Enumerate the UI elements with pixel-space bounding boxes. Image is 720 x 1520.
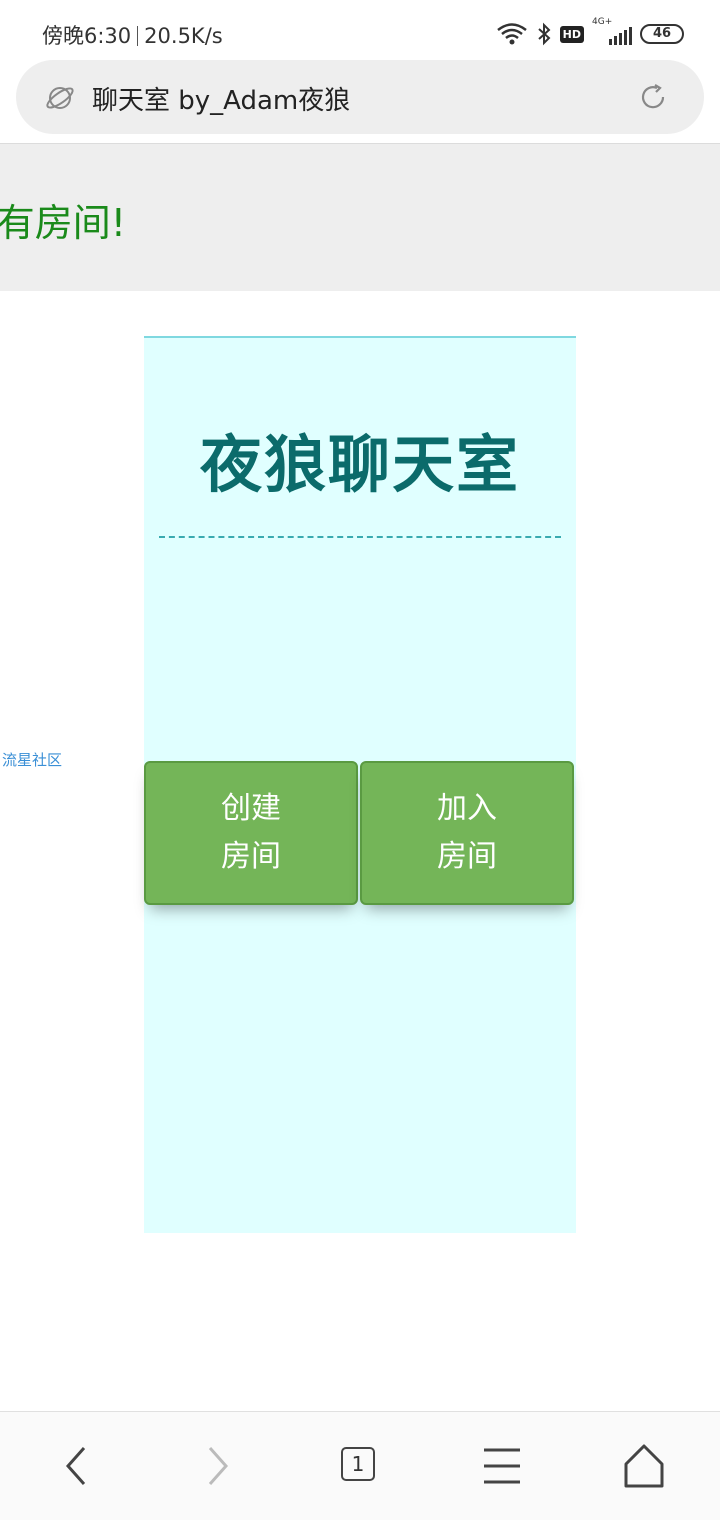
status-bar: 傍晚6:30 20.5K/s HD 4G+ 46 bbox=[0, 0, 720, 64]
reload-icon[interactable] bbox=[638, 82, 668, 112]
forward-button[interactable] bbox=[188, 1436, 248, 1496]
create-room-button[interactable]: 创建 房间 bbox=[144, 761, 358, 905]
tabs-button[interactable]: 1 bbox=[330, 1436, 390, 1496]
join-room-label-2: 房间 bbox=[437, 839, 497, 874]
status-icons: HD 4G+ 46 bbox=[496, 17, 684, 48]
tab-count: 1 bbox=[351, 1452, 365, 1476]
tabs-icon: 1 bbox=[341, 1447, 375, 1481]
menu-button[interactable] bbox=[472, 1436, 532, 1496]
community-link[interactable]: 流星社区 bbox=[2, 749, 62, 770]
status-separator bbox=[137, 26, 139, 46]
notice-banner: 有房间! bbox=[0, 144, 720, 291]
create-room-label-2: 房间 bbox=[221, 839, 281, 874]
join-room-label-1: 加入 bbox=[437, 791, 497, 826]
signal-icon: 4G+ bbox=[592, 17, 632, 47]
address-bar[interactable]: 聊天室 by_Adam夜狼 bbox=[16, 60, 704, 134]
back-button[interactable] bbox=[46, 1436, 106, 1496]
network-type: 4G+ bbox=[592, 17, 613, 27]
home-icon bbox=[624, 1444, 664, 1488]
status-time-speed: 傍晚6:30 20.5K/s bbox=[42, 20, 223, 50]
planet-icon bbox=[46, 87, 74, 109]
create-room-label-1: 创建 bbox=[221, 791, 281, 826]
bottom-navigation: 1 bbox=[0, 1412, 720, 1520]
page-title[interactable]: 聊天室 by_Adam夜狼 bbox=[92, 80, 350, 117]
battery-icon: 46 bbox=[640, 24, 684, 44]
back-icon bbox=[65, 1447, 86, 1485]
chat-title: 夜狼聊天室 bbox=[199, 428, 520, 501]
home-button[interactable] bbox=[614, 1436, 674, 1496]
network-speed: 20.5K/s bbox=[144, 24, 223, 48]
dashed-divider bbox=[159, 536, 561, 538]
wifi-icon bbox=[496, 23, 527, 45]
join-room-button[interactable]: 加入 房间 bbox=[360, 761, 574, 905]
forward-icon bbox=[208, 1447, 229, 1485]
battery-level: 46 bbox=[652, 26, 672, 41]
notice-text: 有房间! bbox=[0, 201, 126, 245]
menu-icon bbox=[484, 1448, 520, 1484]
status-time: 傍晚6:30 bbox=[42, 24, 132, 48]
bluetooth-icon bbox=[537, 22, 551, 46]
hd-icon: HD bbox=[559, 25, 584, 43]
